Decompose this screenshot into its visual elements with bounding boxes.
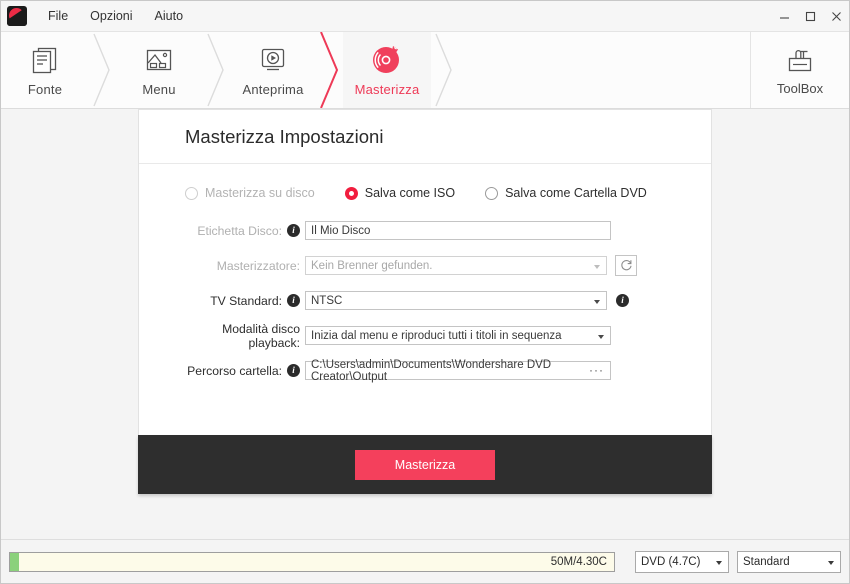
browse-folder-button[interactable]: ··· [589, 363, 604, 377]
step-menu[interactable]: Menu [115, 32, 203, 108]
step-separator-active [317, 32, 343, 108]
folder-path-label-text: Percorso cartella: [187, 363, 282, 378]
radio-label: Masterizza su disco [205, 186, 315, 200]
radio-label: Salva come ISO [364, 186, 456, 200]
picture-menu-icon [144, 43, 174, 75]
documents-icon [31, 43, 59, 75]
tv-standard-label: TV Standard: i [185, 294, 305, 308]
chevron-down-icon [594, 264, 600, 269]
folder-path-label: Percorso cartella: i [185, 364, 305, 378]
steps-group: Fonte Menu Anteprima Masterizza [1, 32, 457, 108]
refresh-icon [620, 260, 632, 271]
app-logo-icon [7, 6, 27, 26]
step-anteprima[interactable]: Anteprima [229, 32, 317, 108]
radio-save-as-dvd-folder[interactable]: Salva come Cartella DVD [485, 186, 647, 200]
main-content: Masterizza Impostazioni Masterizza su di… [1, 109, 849, 539]
burn-settings-card: Masterizza Impostazioni Masterizza su di… [138, 109, 712, 435]
menu-aiuto[interactable]: Aiuto [144, 1, 195, 31]
step-label: Menu [142, 82, 176, 97]
capacity-progress-bar: 50M/4.30C [9, 551, 615, 572]
playback-mode-value: Inizia dal menu e riproduci tutti i tito… [311, 329, 562, 342]
step-separator [203, 32, 229, 108]
chevron-down-icon [828, 560, 834, 565]
chevron-down-icon [716, 560, 722, 565]
preview-play-icon [258, 43, 288, 75]
step-separator [89, 32, 115, 108]
burner-select[interactable]: Kein Brenner gefunden. [305, 256, 607, 275]
tv-standard-select[interactable]: NTSC [305, 291, 607, 310]
burner-label: Masterizzatore: [185, 259, 305, 273]
disc-type-value: DVD (4.7C) [641, 555, 701, 568]
burn-button[interactable]: Masterizza [355, 449, 495, 480]
tv-standard-value: NTSC [311, 294, 343, 307]
info-icon[interactable]: i [287, 224, 300, 237]
step-navigation-bar: Fonte Menu Anteprima Masterizza ToolBox [1, 32, 849, 109]
burn-disc-icon [370, 43, 404, 75]
step-masterizza[interactable]: Masterizza [343, 32, 431, 108]
card-header: Masterizza Impostazioni [139, 110, 711, 164]
field-row-folder-path: Percorso cartella: i C:\Users\admin\Docu… [139, 358, 711, 383]
toolbox-label: ToolBox [776, 80, 824, 96]
card-body: Masterizza su disco Salva come ISO Salva… [139, 164, 711, 435]
info-icon[interactable]: i [287, 294, 300, 307]
field-row-burner: Masterizzatore: Kein Brenner gefunden. [139, 255, 711, 276]
info-icon[interactable]: i [287, 364, 300, 377]
close-button[interactable] [823, 1, 849, 31]
burner-label-text: Masterizzatore: [216, 258, 300, 273]
refresh-burner-button[interactable] [615, 255, 637, 276]
status-bar: 50M/4.30C DVD (4.7C) Standard [1, 539, 849, 583]
step-label: Anteprima [242, 82, 304, 97]
tv-standard-label-text: TV Standard: [210, 293, 282, 308]
minimize-button[interactable] [771, 1, 797, 31]
field-row-tv-standard: TV Standard: i NTSC i [139, 291, 711, 310]
menu-bar: File Opzioni Aiuto [37, 1, 194, 31]
page-title: Masterizza Impostazioni [185, 125, 384, 147]
window-controls [771, 1, 849, 31]
radio-burn-to-disc[interactable]: Masterizza su disco [185, 186, 315, 200]
step-label: Masterizza [354, 82, 420, 97]
tv-standard-info-icon[interactable]: i [616, 294, 629, 307]
disc-label-value: Il Mio Disco [311, 224, 371, 237]
title-bar: File Opzioni Aiuto [1, 1, 849, 32]
output-target-radio-group: Masterizza su disco Salva come ISO Salva… [139, 186, 711, 200]
capacity-progress-fill [10, 552, 19, 571]
chevron-down-icon [598, 334, 604, 339]
folder-path-input[interactable]: C:\Users\admin\Documents\Wondershare DVD… [305, 358, 611, 383]
card-footer: Masterizza [138, 435, 712, 494]
menu-file[interactable]: File [37, 1, 79, 31]
capacity-progress-text: 50M/4.30C [550, 555, 607, 568]
quality-value: Standard [743, 555, 790, 568]
maximize-button[interactable] [797, 1, 823, 31]
chevron-down-icon [594, 299, 600, 304]
disc-label-input[interactable]: Il Mio Disco [305, 221, 611, 240]
radio-save-as-iso[interactable]: Salva come ISO [344, 186, 456, 200]
playback-mode-label: Modalità disco playback: [185, 322, 305, 350]
step-label: Fonte [27, 82, 63, 97]
menu-opzioni[interactable]: Opzioni [79, 1, 143, 31]
quality-select[interactable]: Standard [737, 550, 841, 573]
disc-type-select[interactable]: DVD (4.7C) [635, 550, 729, 573]
radio-dot [485, 186, 499, 200]
toolbox-button[interactable]: ToolBox [750, 32, 849, 108]
radio-dot [344, 186, 358, 200]
disc-label-text: Etichetta Disco: [197, 223, 282, 238]
folder-path-value: C:\Users\admin\Documents\Wondershare DVD… [311, 358, 552, 383]
toolbox-icon [784, 45, 816, 75]
disc-label-label: Etichetta Disco: i [185, 224, 305, 238]
step-fonte[interactable]: Fonte [1, 32, 89, 108]
field-row-playback-mode: Modalità disco playback: Inizia dal menu… [139, 322, 711, 350]
playback-mode-select[interactable]: Inizia dal menu e riproduci tutti i tito… [305, 326, 611, 345]
radio-dot [185, 186, 198, 200]
radio-label: Salva come Cartella DVD [505, 186, 647, 200]
application-window: File Opzioni Aiuto Fonte Menu Anteprima … [0, 0, 850, 584]
step-separator [431, 32, 457, 108]
playback-mode-label-text: Modalità disco playback: [222, 321, 300, 350]
burner-value: Kein Brenner gefunden. [311, 259, 433, 272]
field-row-disc-label: Etichetta Disco: i Il Mio Disco [139, 221, 711, 240]
